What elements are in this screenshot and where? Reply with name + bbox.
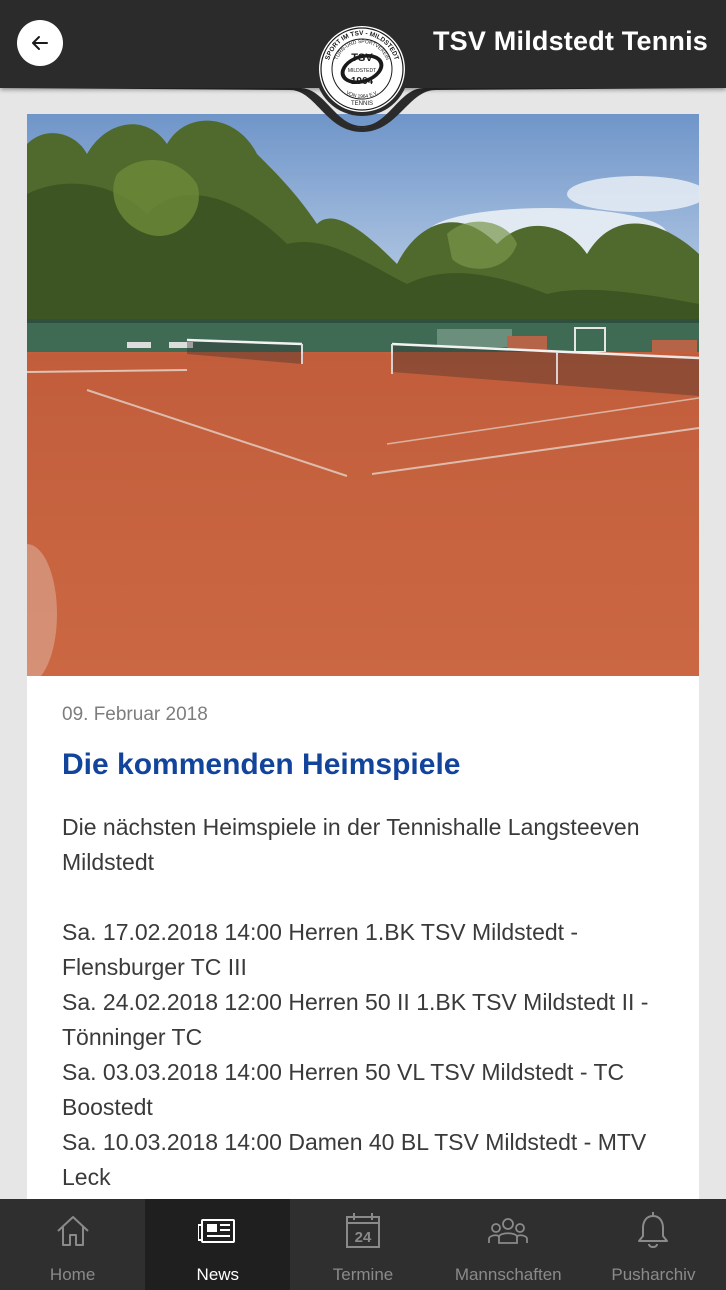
- calendar-icon: 24: [346, 1213, 380, 1248]
- svg-text:24: 24: [355, 1229, 372, 1246]
- news-article-card: 09. Februar 2018 Die kommenden Heimspiel…: [27, 114, 699, 1204]
- club-logo: SPORT IM TSV - MILDSTEDT TURN-UND SPORTV…: [315, 22, 409, 116]
- nav-label: Termine: [332, 1265, 394, 1284]
- nav-label: News: [196, 1265, 240, 1284]
- bell-icon: [638, 1212, 669, 1248]
- article-date: 09. Februar 2018: [62, 704, 208, 725]
- svg-text:TENNIS: TENNIS: [351, 101, 373, 107]
- article-content: 09. Februar 2018 Die kommenden Heimspiel…: [62, 704, 672, 1195]
- nav-item-home[interactable]: Home: [0, 1199, 145, 1290]
- back-button[interactable]: [17, 20, 63, 66]
- svg-text:MILDSTEDT: MILDSTEDT: [348, 68, 376, 74]
- nav-item-news[interactable]: News: [145, 1199, 291, 1290]
- nav-label: Pusharchiv: [611, 1265, 696, 1284]
- article-title[interactable]: Die kommenden Heimspiele: [62, 746, 672, 784]
- home-icon: [56, 1216, 89, 1246]
- tennis-court-photo: [27, 114, 699, 676]
- svg-text:1964: 1964: [351, 76, 374, 87]
- bottom-navigation: Home News 24 Termine Mannschaften Pushar…: [0, 1199, 726, 1290]
- article-body: Die nächsten Heimspiele in der Tennishal…: [62, 814, 649, 1190]
- nav-item-pusharchiv[interactable]: Pusharchiv: [581, 1199, 726, 1290]
- arrow-left-icon: [32, 36, 48, 50]
- team-icon: [488, 1218, 529, 1244]
- nav-item-mannschaften[interactable]: Mannschaften: [436, 1199, 581, 1290]
- nav-label: Home: [49, 1265, 96, 1284]
- nav-label: Mannschaften: [454, 1265, 562, 1284]
- newspaper-icon: [197, 1219, 235, 1243]
- app-title: TSV Mildstedt Tennis: [432, 26, 708, 56]
- nav-item-termine[interactable]: 24 Termine: [290, 1199, 435, 1290]
- svg-text:TSV: TSV: [351, 52, 373, 64]
